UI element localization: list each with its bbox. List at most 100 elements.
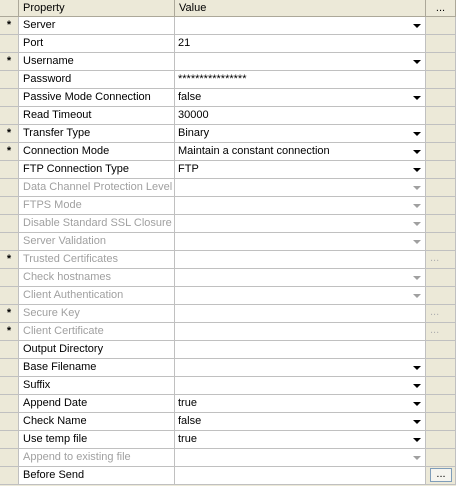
property-value[interactable] [175, 467, 426, 485]
property-value-text: false [178, 91, 202, 103]
property-value[interactable]: false [175, 89, 426, 107]
chevron-down-icon[interactable] [411, 380, 423, 392]
property-value[interactable]: 30000 [175, 107, 426, 125]
table-row[interactable]: Port 21 [0, 35, 456, 53]
property-value[interactable]: true [175, 395, 426, 413]
table-row[interactable]: * Trusted Certificates... [0, 251, 456, 269]
property-name[interactable]: Data Channel Protection Level [19, 179, 175, 197]
chevron-down-icon[interactable] [411, 146, 423, 158]
property-name[interactable]: Check hostnames [19, 269, 175, 287]
required-marker: * [0, 323, 19, 341]
chevron-down-icon[interactable] [411, 164, 423, 176]
table-row[interactable]: * Secure Key... [0, 305, 456, 323]
property-name[interactable]: Disable Standard SSL Closure [19, 215, 175, 233]
property-name[interactable]: Read Timeout [19, 107, 175, 125]
table-row[interactable]: * Connection Mode Maintain a constant conn… [0, 143, 456, 161]
header-property[interactable]: Property [19, 0, 175, 17]
property-name[interactable]: Check Name [19, 413, 175, 431]
property-name[interactable]: Output Directory [19, 341, 175, 359]
required-marker [0, 179, 19, 197]
table-row[interactable]: Server Validation [0, 233, 456, 251]
table-row[interactable]: Use temp file true [0, 431, 456, 449]
property-name[interactable]: Append to existing file [19, 449, 175, 467]
table-row[interactable]: Before Send... [0, 467, 456, 485]
chevron-down-icon[interactable] [411, 416, 423, 428]
property-value[interactable]: FTP [175, 161, 426, 179]
table-row[interactable]: Append to existing file [0, 449, 456, 467]
property-value[interactable]: 21 [175, 35, 426, 53]
table-row[interactable]: Disable Standard SSL Closure [0, 215, 456, 233]
property-name[interactable]: Passive Mode Connection [19, 89, 175, 107]
header-button[interactable]: ... [426, 0, 456, 17]
property-name[interactable]: Password [19, 71, 175, 89]
header-value[interactable]: Value [175, 0, 426, 17]
chevron-down-icon[interactable] [411, 398, 423, 410]
property-value[interactable]: Maintain a constant connection [175, 143, 426, 161]
row-button-cell [426, 71, 456, 89]
row-button-cell [426, 395, 456, 413]
property-name[interactable]: Base Filename [19, 359, 175, 377]
property-name[interactable]: FTP Connection Type [19, 161, 175, 179]
table-row[interactable]: Data Channel Protection Level [0, 179, 456, 197]
chevron-down-icon[interactable] [411, 362, 423, 374]
property-value[interactable] [175, 359, 426, 377]
table-row[interactable]: Base Filename [0, 359, 456, 377]
property-name[interactable]: FTPS Mode [19, 197, 175, 215]
table-row[interactable]: Output Directory [0, 341, 456, 359]
ellipsis-button[interactable]: ... [430, 468, 452, 482]
table-row[interactable]: * Server [0, 17, 456, 35]
property-name[interactable]: Connection Mode [19, 143, 175, 161]
property-value[interactable] [175, 341, 426, 359]
chevron-down-icon[interactable] [411, 128, 423, 140]
table-row[interactable]: Client Authentication [0, 287, 456, 305]
property-value-text: 21 [178, 37, 191, 49]
chevron-down-icon [411, 452, 423, 464]
table-row[interactable]: Suffix [0, 377, 456, 395]
table-row[interactable]: Append Date true [0, 395, 456, 413]
required-marker: * [0, 251, 19, 269]
property-name[interactable]: Append Date [19, 395, 175, 413]
table-row[interactable]: Passive Mode Connection false [0, 89, 456, 107]
table-row[interactable]: * Client Certificate... [0, 323, 456, 341]
required-marker [0, 35, 19, 53]
property-value[interactable]: Binary [175, 125, 426, 143]
property-name[interactable]: Server [19, 17, 175, 35]
table-row[interactable]: Password **************** [0, 71, 456, 89]
property-value[interactable] [175, 53, 426, 71]
property-value[interactable]: true [175, 431, 426, 449]
property-name[interactable]: Client Certificate [19, 323, 175, 341]
property-name[interactable]: Transfer Type [19, 125, 175, 143]
row-button-cell [426, 197, 456, 215]
required-marker [0, 341, 19, 359]
chevron-down-icon[interactable] [411, 434, 423, 446]
chevron-down-icon[interactable] [411, 56, 423, 68]
row-button-cell [426, 233, 456, 251]
chevron-down-icon[interactable] [411, 92, 423, 104]
property-name[interactable]: Suffix [19, 377, 175, 395]
required-marker [0, 107, 19, 125]
table-row[interactable]: Read Timeout 30000 [0, 107, 456, 125]
property-name[interactable]: Before Send [19, 467, 175, 485]
property-value [175, 179, 426, 197]
property-value[interactable] [175, 17, 426, 35]
table-row[interactable]: Check Name false [0, 413, 456, 431]
property-value[interactable]: **************** [175, 71, 426, 89]
property-name[interactable]: Secure Key [19, 305, 175, 323]
property-name[interactable]: Trusted Certificates [19, 251, 175, 269]
chevron-down-icon [411, 182, 423, 194]
table-row[interactable]: FTP Connection Type FTP [0, 161, 456, 179]
property-name[interactable]: Username [19, 53, 175, 71]
table-row[interactable]: * Username [0, 53, 456, 71]
table-row[interactable]: FTPS Mode [0, 197, 456, 215]
property-value[interactable]: false [175, 413, 426, 431]
required-marker [0, 377, 19, 395]
property-value[interactable] [175, 377, 426, 395]
row-button-cell [426, 35, 456, 53]
table-row[interactable]: Check hostnames [0, 269, 456, 287]
property-name[interactable]: Client Authentication [19, 287, 175, 305]
property-name[interactable]: Port [19, 35, 175, 53]
property-name[interactable]: Server Validation [19, 233, 175, 251]
property-name[interactable]: Use temp file [19, 431, 175, 449]
chevron-down-icon[interactable] [411, 20, 423, 32]
table-row[interactable]: * Transfer Type Binary [0, 125, 456, 143]
